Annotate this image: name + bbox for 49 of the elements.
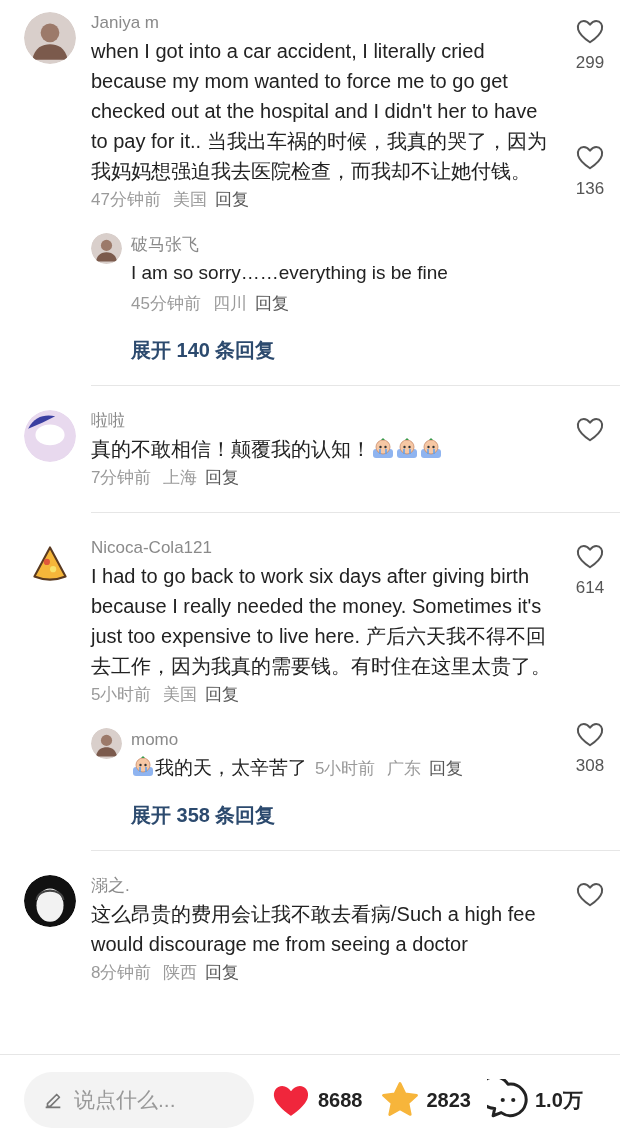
crying-emoji-icon: [420, 437, 442, 459]
location-label: 广东: [387, 759, 422, 778]
time-label: 47分钟前: [91, 190, 161, 209]
avatar-icon[interactable]: [24, 12, 76, 64]
crying-emoji-icon: [396, 437, 418, 459]
time-label: 7分钟前: [91, 468, 152, 487]
username[interactable]: momo: [131, 727, 620, 753]
like-count: 8688: [318, 1087, 363, 1113]
avatar-icon[interactable]: [91, 233, 122, 264]
comment-text: 我的天，太辛苦了: [155, 757, 307, 778]
time-label: 45分钟前: [131, 294, 201, 313]
time-label: 8分钟前: [91, 963, 152, 982]
avatar-icon[interactable]: [24, 875, 76, 927]
time-label: 5小时前: [315, 759, 376, 778]
avatar-icon[interactable]: [91, 728, 122, 759]
username[interactable]: Nicoca-Cola121: [91, 535, 560, 561]
username[interactable]: 破马张飞: [131, 232, 620, 258]
username[interactable]: Janiya m: [91, 10, 560, 36]
comment-count: 1.0万: [535, 1087, 583, 1113]
expand-replies-link[interactable]: 展开 358 条回复: [131, 800, 276, 830]
location-label: 美国: [172, 190, 207, 209]
avatar-icon[interactable]: [24, 410, 76, 462]
location-label: 美国: [163, 685, 198, 704]
comment-text: I had to go back to work six days after giving birth because I really needed the money. Sometimes it's just too expensive to live here. 产后六天我不得不回去工作，因为我真的需要钱。有时住在这里太贵了。: [91, 565, 551, 677]
reply-link[interactable]: 回复: [205, 963, 240, 982]
like-count: 614: [575, 577, 605, 599]
time-label: 5小时前: [91, 685, 152, 704]
reply-link[interactable]: 回复: [205, 468, 240, 487]
comment-text: I am so sorry……everything is be fine: [131, 262, 448, 283]
location-label: 陕西: [163, 963, 198, 982]
comment-text: 这么昂贵的费用会让我不敢去看病/Such a high fee would discourage me from seeing a doctor: [91, 903, 536, 955]
comment-text: 真的不敢相信！颠覆我的认知！: [91, 438, 371, 460]
reply-link[interactable]: 回复: [205, 685, 240, 704]
expand-replies-link[interactable]: 展开 140 条回复: [131, 335, 276, 365]
reply-link[interactable]: 回复: [254, 294, 289, 313]
reply-link[interactable]: 回复: [214, 190, 249, 209]
favorite-count: 2823: [426, 1087, 471, 1113]
username[interactable]: 啦啦: [91, 408, 560, 434]
like-count: 308: [575, 754, 605, 777]
crying-emoji-icon: [372, 437, 394, 459]
username[interactable]: 溺之.: [91, 873, 560, 899]
comment-text: when I got into a car accident, I literally cried because my mom wanted to force me to go get checked out at the hospital and I didn't her to have to pay for it.. 当我出车祸的时候，我真的哭了，因为我妈妈想强迫我去医院检查，而我却不让她付钱。: [91, 40, 547, 182]
reply-link[interactable]: 回复: [429, 759, 464, 778]
like-count: 299: [575, 52, 605, 74]
location-label: 四川: [212, 294, 247, 313]
location-label: 上海: [163, 468, 198, 487]
like-count: 136: [575, 177, 605, 200]
crying-emoji-icon: [132, 755, 154, 777]
comment-input[interactable]: 说点什么...: [24, 1071, 254, 1128]
